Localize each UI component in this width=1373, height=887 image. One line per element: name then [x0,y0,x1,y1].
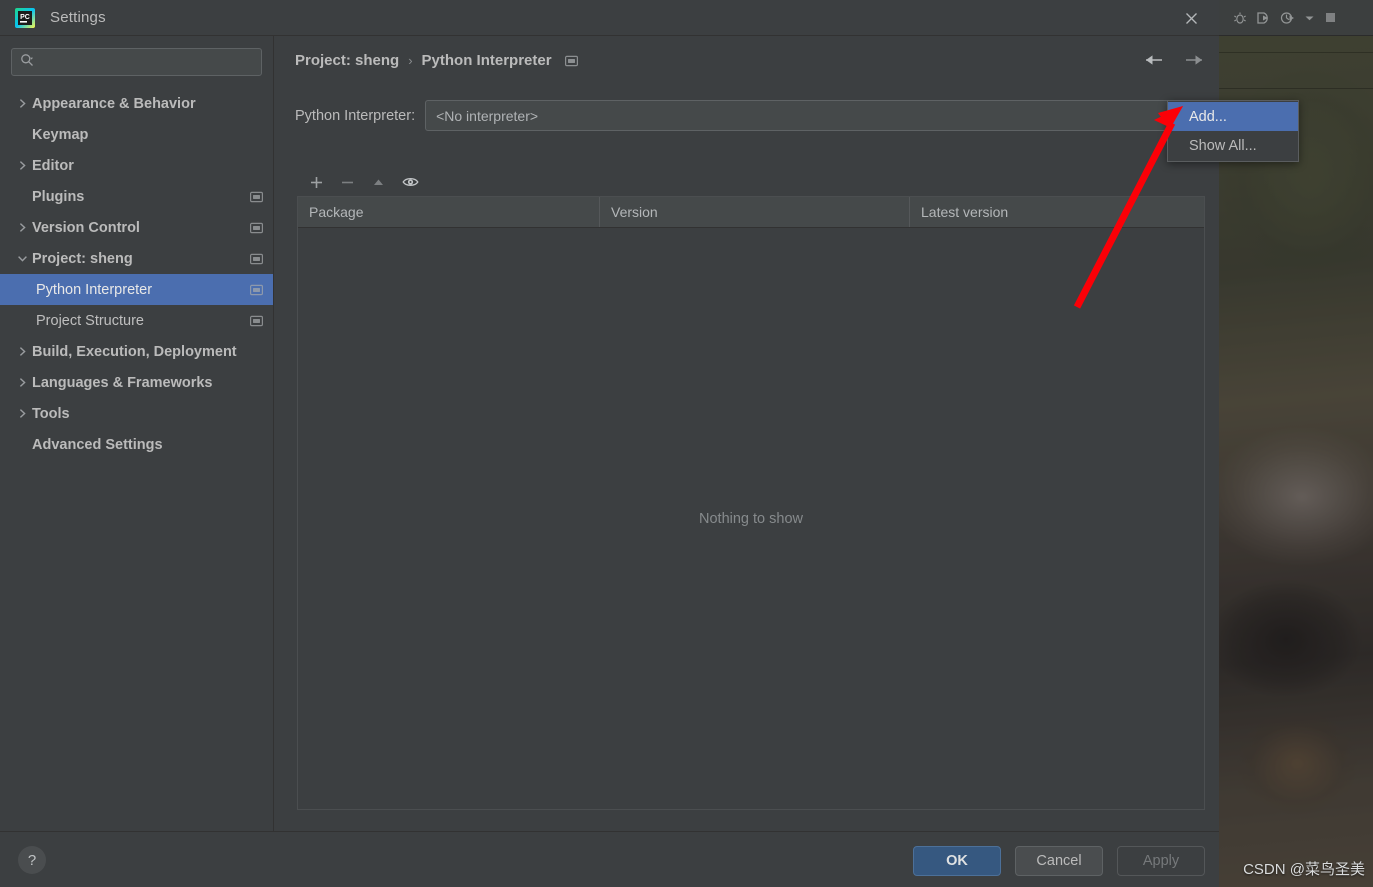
arrow-left-icon[interactable] [1143,52,1165,68]
sidebar-item-label: Plugins [32,188,85,205]
sidebar-item-label: Project Structure [36,312,144,329]
column-header-latest-version[interactable]: Latest version [910,197,1204,227]
breadcrumb: Project: sheng › Python Interpreter [295,52,578,69]
plus-icon[interactable] [309,175,324,190]
interpreter-label: Python Interpreter: [295,107,416,124]
package-table-body: Nothing to show [298,228,1204,809]
package-table-header: Package Version Latest version [298,197,1204,228]
cancel-button[interactable]: Cancel [1015,846,1103,876]
project-scope-icon [250,191,263,203]
pycharm-icon: PC [14,7,36,29]
dialog-title: Settings [50,9,106,26]
dialog-button-group: OK Cancel Apply [913,846,1205,876]
chevron-down-icon[interactable] [1304,14,1315,22]
debug-icon[interactable] [1233,11,1247,25]
sidebar-item-project-structure[interactable]: Project Structure [0,305,273,336]
interpreter-selected-value: <No interpreter> [436,107,539,124]
sidebar-item-advanced-settings[interactable]: Advanced Settings [0,429,273,460]
settings-sidebar: Appearance & Behavior Keymap Editor Plugins… [0,36,274,831]
sidebar-item-languages-frameworks[interactable]: Languages & Frameworks [0,367,273,398]
ok-button[interactable]: OK [913,846,1001,876]
popup-item-add[interactable]: Add... [1168,102,1298,131]
sidebar-item-appearance-behavior[interactable]: Appearance & Behavior [0,88,273,119]
project-scope-icon [250,222,263,234]
interpreter-dropdown-menu: Add... Show All... [1167,100,1299,162]
column-header-package[interactable]: Package [298,197,600,227]
search-input[interactable] [40,53,253,71]
package-toolbar [297,168,1205,196]
sidebar-item-label: Python Interpreter [36,281,153,298]
help-button[interactable]: ? [18,846,46,874]
ide-run-toolbar [1215,0,1373,36]
eye-icon[interactable] [402,175,419,189]
sidebar-item-label: Appearance & Behavior [32,95,196,112]
interpreter-dropdown[interactable]: <No interpreter> [425,100,1201,131]
close-icon[interactable] [1171,4,1211,32]
triangle-up-icon[interactable] [371,175,386,190]
chevron-right-icon[interactable] [12,222,32,233]
sidebar-item-label: Languages & Frameworks [32,374,213,391]
project-scope-icon [250,315,263,327]
settings-dialog: PC Settings Appearance & Behavior Keymap E… [0,0,1219,887]
sidebar-item-build-execution-deployment[interactable]: Build, Execution, Deployment [0,336,273,367]
profile-icon[interactable] [1280,11,1295,25]
csdn-watermark: CSDN @菜鸟圣美 [1243,861,1365,878]
settings-content: Project: sheng › Python Interpreter Pyth… [274,36,1219,831]
chevron-right-icon[interactable] [12,346,32,357]
search-box[interactable] [11,48,262,76]
sidebar-item-editor[interactable]: Editor [0,150,273,181]
chevron-down-icon[interactable] [12,253,32,264]
run-with-coverage-icon[interactable] [1256,11,1271,25]
sidebar-item-label: Tools [32,405,70,422]
dialog-footer: ? OK Cancel Apply [0,831,1219,887]
sidebar-item-label: Advanced Settings [32,436,163,453]
column-header-version[interactable]: Version [600,197,910,227]
sidebar-item-label: Version Control [32,219,140,236]
project-scope-icon [250,253,263,265]
settings-tree: Appearance & Behavior Keymap Editor Plugins… [0,88,273,460]
interpreter-row: Python Interpreter: <No interpreter> [295,100,1201,131]
project-scope-icon [564,55,578,67]
sidebar-item-label: Build, Execution, Deployment [32,343,237,360]
navigation-arrows [1143,52,1205,68]
sidebar-item-version-control[interactable]: Version Control [0,212,273,243]
empty-state-text: Nothing to show [699,510,803,527]
arrow-right-icon[interactable] [1183,52,1205,68]
sidebar-item-label: Editor [32,157,74,174]
svg-text:PC: PC [20,14,30,21]
breadcrumb-current: Python Interpreter [421,52,552,69]
chevron-right-icon[interactable] [12,160,32,171]
search-icon [20,53,34,72]
search-container [0,36,273,76]
minus-icon[interactable] [340,175,355,190]
project-scope-icon [250,284,263,296]
sidebar-item-label: Project: sheng [32,250,133,267]
chevron-right-icon[interactable] [12,408,32,419]
sidebar-item-keymap[interactable]: Keymap [0,119,273,150]
sidebar-item-python-interpreter[interactable]: Python Interpreter [0,274,273,305]
breadcrumb-separator: › [408,53,413,68]
dialog-titlebar: PC Settings [0,0,1219,36]
chevron-right-icon[interactable] [12,98,32,109]
package-table: Package Version Latest version Nothing to … [297,196,1205,810]
sidebar-item-tools[interactable]: Tools [0,398,273,429]
apply-button: Apply [1117,846,1205,876]
sidebar-item-label: Keymap [32,126,89,143]
sidebar-item-project-sheng[interactable]: Project: sheng [0,243,273,274]
popup-item-show-all[interactable]: Show All... [1168,131,1298,160]
sidebar-item-plugins[interactable]: Plugins [0,181,273,212]
breadcrumb-root[interactable]: Project: sheng [295,52,399,69]
stop-icon[interactable] [1324,11,1337,24]
chevron-right-icon[interactable] [12,377,32,388]
